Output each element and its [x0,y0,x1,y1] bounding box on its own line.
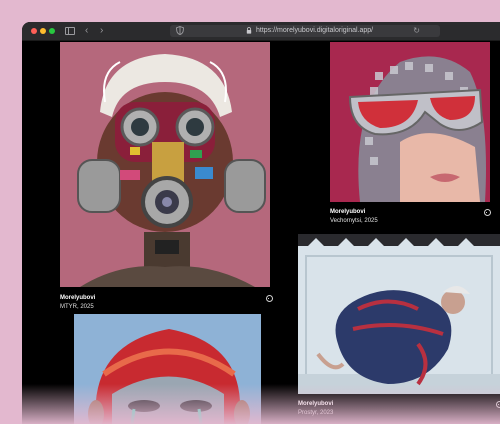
artwork-title: MTYR, 2025 [60,304,94,310]
artwork-title: Vechornytsi, 2025 [330,218,378,224]
browser-window: ‹ › https://morelyubovi.digitaloriginal.… [22,22,500,424]
artwork-image-portrait[interactable] [74,314,261,424]
artist-name: Morelyubovi [60,295,96,301]
address-bar[interactable]: https://morelyubovi.digitaloriginal.app/… [170,25,440,37]
reload-icon[interactable]: ↻ [413,26,420,36]
artist-name: Morelyubovi [298,401,334,407]
sidebar-toggle-icon[interactable] [65,27,75,35]
zoom-window-button[interactable] [49,28,55,34]
browser-titlebar: ‹ › https://morelyubovi.digitaloriginal.… [22,22,500,41]
minimize-window-button[interactable] [40,28,46,34]
lock-icon [246,27,252,34]
artwork-image-prostyr[interactable] [298,234,500,394]
shield-icon [176,26,184,35]
artwork-image-vechornytsi[interactable] [330,42,490,202]
back-arrow-icon[interactable]: ‹ [85,25,88,37]
forward-arrow-icon[interactable]: › [100,25,103,37]
more-options-icon[interactable] [484,209,491,216]
artist-name: Morelyubovi [330,209,366,215]
more-options-icon[interactable] [266,295,273,302]
artwork-image-mtyr[interactable] [60,42,270,287]
close-window-button[interactable] [31,28,37,34]
artwork-title: Prostyr, 2023 [298,410,334,416]
more-options-icon[interactable] [496,401,500,408]
url-text: https://morelyubovi.digitaloriginal.app/ [256,27,374,34]
